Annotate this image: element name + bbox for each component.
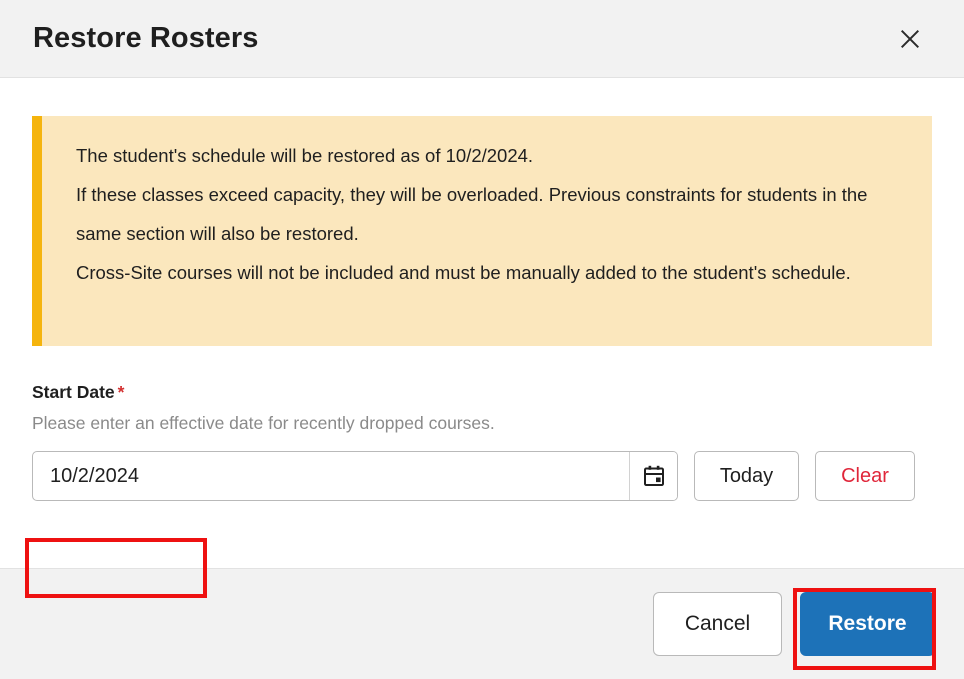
restore-rosters-dialog: Restore Rosters The student's schedule w… xyxy=(0,0,964,679)
start-date-input-group xyxy=(32,451,678,501)
required-asterisk: * xyxy=(117,382,125,402)
start-date-input[interactable] xyxy=(33,452,629,500)
warning-accent-bar xyxy=(32,116,42,346)
page-title: Restore Rosters xyxy=(33,22,259,54)
warning-line-1: The student's schedule will be restored … xyxy=(76,145,534,166)
today-button[interactable]: Today xyxy=(694,451,799,501)
dialog-header: Restore Rosters xyxy=(0,0,964,78)
calendar-picker-button[interactable] xyxy=(629,452,677,500)
calendar-icon xyxy=(642,464,666,488)
clear-button[interactable]: Clear xyxy=(815,451,915,501)
start-date-field: Start Date * Please enter an effective da… xyxy=(32,382,932,501)
warning-line-3: Cross-Site courses will not be included … xyxy=(76,262,851,283)
warning-line-2: If these classes exceed capacity, they w… xyxy=(76,184,868,244)
start-date-controls: Today Clear xyxy=(32,451,932,501)
start-date-label-text: Start Date xyxy=(32,382,115,402)
dialog-footer: Cancel Restore xyxy=(0,568,964,679)
start-date-label: Start Date * xyxy=(32,382,932,402)
restore-button[interactable]: Restore xyxy=(800,592,935,656)
warning-banner: The student's schedule will be restored … xyxy=(32,116,932,346)
dialog-body: The student's schedule will be restored … xyxy=(0,78,964,598)
close-button[interactable] xyxy=(893,22,927,56)
close-icon xyxy=(899,28,921,50)
cancel-button[interactable]: Cancel xyxy=(653,592,782,656)
start-date-hint: Please enter an effective date for recen… xyxy=(32,412,495,433)
warning-banner-text: The student's schedule will be restored … xyxy=(42,116,932,346)
